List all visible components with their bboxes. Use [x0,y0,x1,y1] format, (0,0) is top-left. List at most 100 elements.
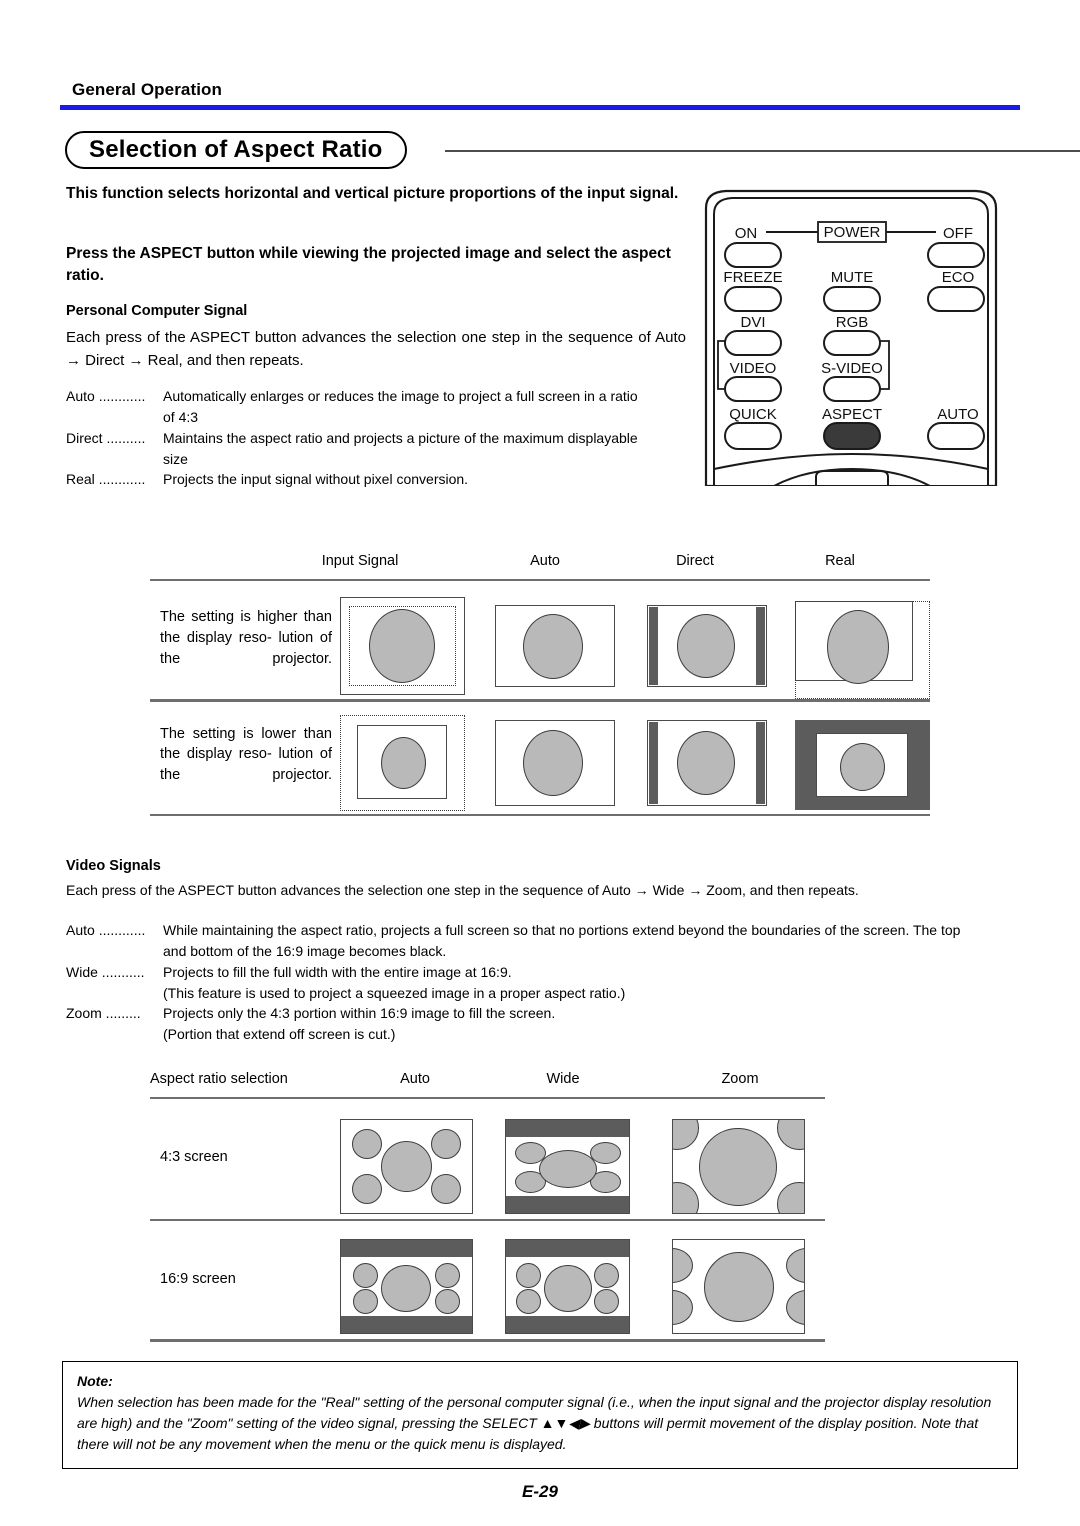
image-ellipse [523,614,583,680]
page-title: Selection of Aspect Ratio [65,131,407,169]
table-rule [150,813,930,817]
definition-description: While maintaining the aspect ratio, proj… [163,922,961,938]
dvi-button [724,330,782,356]
column-header-auto: Auto [530,553,560,569]
eco-label: ECO [942,269,975,286]
diagram-video-auto-169 [340,1239,480,1339]
definition-row: Auto ............ Automatically enlarges… [66,386,706,406]
pc-signal-diagram-table: Input Signal Auto Direct Real The settin… [150,553,930,817]
screen-box [672,1239,805,1335]
letterbox-bar-bottom [506,1196,629,1214]
image-ellipse [369,609,435,684]
letterbox-bar-bottom [341,1316,472,1334]
dvi-label: DVI [740,314,765,331]
diagram-video-auto-43 [340,1119,480,1219]
page-title-block: Selection of Aspect Ratio [65,131,1080,171]
pillarbox-bar-right [756,721,765,804]
diagram-input-signal-low [340,714,470,815]
title-trailing-line [445,150,1080,152]
column-header-wide: Wide [546,1071,580,1087]
table-row: The setting is higher than the display r… [150,581,930,700]
video-signals-heading: Video Signals [66,858,161,874]
image-ellipse [840,742,885,791]
mute-button [823,286,881,312]
page-number: E-29 [522,1482,558,1501]
letterbox-bar-top [341,1240,472,1258]
pc-signal-heading: Personal Computer Signal [66,303,248,319]
aspect-label: ASPECT [822,406,882,423]
remote-control-illustration: POWER ON OFF FREEZE MUTE ECO DVI RGB VID… [696,186,1006,486]
pc-definition-list: Auto ............ Automatically enlarges… [66,386,706,490]
definition-row: Direct .......... Maintains the aspect r… [66,428,706,448]
screen-box [672,1119,805,1215]
video-signals-body: Each press of the ASPECT button advances… [66,882,859,898]
table-row: The setting is lower than the display re… [150,702,930,814]
definition-term: Direct .......... [66,429,146,446]
definition-continuation: (Portion that extend off screen is cut.) [163,1026,396,1043]
corner-circle-bottom-right [431,1174,461,1205]
table-header-row: Aspect ratio selection Auto Wide Zoom [150,1071,825,1097]
auto-label: AUTO [937,406,978,423]
quick-button [724,422,782,450]
definition-row: Zoom ......... Projects only the 4:3 por… [66,1003,1018,1023]
diagram-real-low [795,719,945,812]
table-rule [150,1339,825,1342]
video-aspect-diagram-table: Aspect ratio selection Auto Wide Zoom 4:… [150,1071,825,1342]
diagram-input-signal-high [340,597,470,697]
diagram-direct-high [647,605,772,695]
center-circle [704,1252,774,1323]
column-header-aspect-ratio-selection: Aspect ratio selection [150,1071,288,1087]
svideo-button [823,376,881,402]
column-header-real: Real [825,553,855,569]
row-label: The setting is lower than the display re… [160,725,332,783]
off-label: OFF [943,225,973,242]
diagram-auto-high [495,605,620,695]
auto-button [927,422,985,450]
diagram-video-zoom-169 [672,1239,812,1339]
on-label: ON [735,225,758,242]
press-instruction-paragraph: Press the ASPECT button while viewing th… [66,245,671,284]
note-label: Note: [77,1373,113,1389]
letterbox-bar-top [506,1120,629,1138]
freeze-label: FREEZE [723,269,782,286]
diagram-real-high [795,601,945,701]
corner-circle-bottom-right [786,1290,804,1326]
diagram-video-wide-169 [505,1239,645,1339]
center-ellipse [539,1150,597,1189]
rgb-label: RGB [836,314,869,331]
page-section-title: General Operation [72,80,223,99]
definition-term: Zoom ......... [66,1005,141,1022]
center-circle [381,1141,432,1193]
column-header-input-signal: Input Signal [321,553,399,569]
column-header-zoom: Zoom [721,1071,759,1087]
corner-circle-bottom-left [673,1290,693,1326]
rgb-button [823,330,881,356]
header-blue-rule [60,105,1020,110]
definition-continuation: size [163,450,188,467]
corner-circle-top-left [673,1248,693,1284]
image-ellipse [381,736,426,789]
corner-circle-top-right [786,1248,804,1284]
aspect-button-highlighted [823,422,881,450]
quick-label: QUICK [729,406,777,423]
definition-row: Auto ............ While maintaining the … [66,920,1018,940]
diagram-direct-low [647,719,772,812]
mute-label: MUTE [831,269,874,286]
table-header-row: Input Signal Auto Direct Real [150,553,930,579]
table-row: 4:3 screen [150,1099,825,1219]
definition-continuation: of 4:3 [163,409,199,426]
definition-description: Projects only the 4:3 portion within 16:… [163,1005,556,1022]
row-label: 4:3 screen [160,1149,228,1166]
power-label-text: POWER [824,224,881,241]
column-header-direct: Direct [676,553,714,569]
definition-description: Projects to fill the full width with the… [163,963,512,980]
row-label: 16:9 screen [160,1271,236,1288]
definition-term: Wide ........... [66,963,145,980]
definition-row: Wide ........... Projects to fill the fu… [66,962,1018,982]
pillarbox-bar-left [649,607,658,686]
center-circle [699,1128,777,1207]
pc-signal-body: Each press of the ASPECT button advances… [66,329,686,369]
definition-term: Auto ............ [66,922,146,938]
manual-page: General Operation Selection of Aspect Ra… [0,0,1080,1526]
image-ellipse [827,610,889,685]
